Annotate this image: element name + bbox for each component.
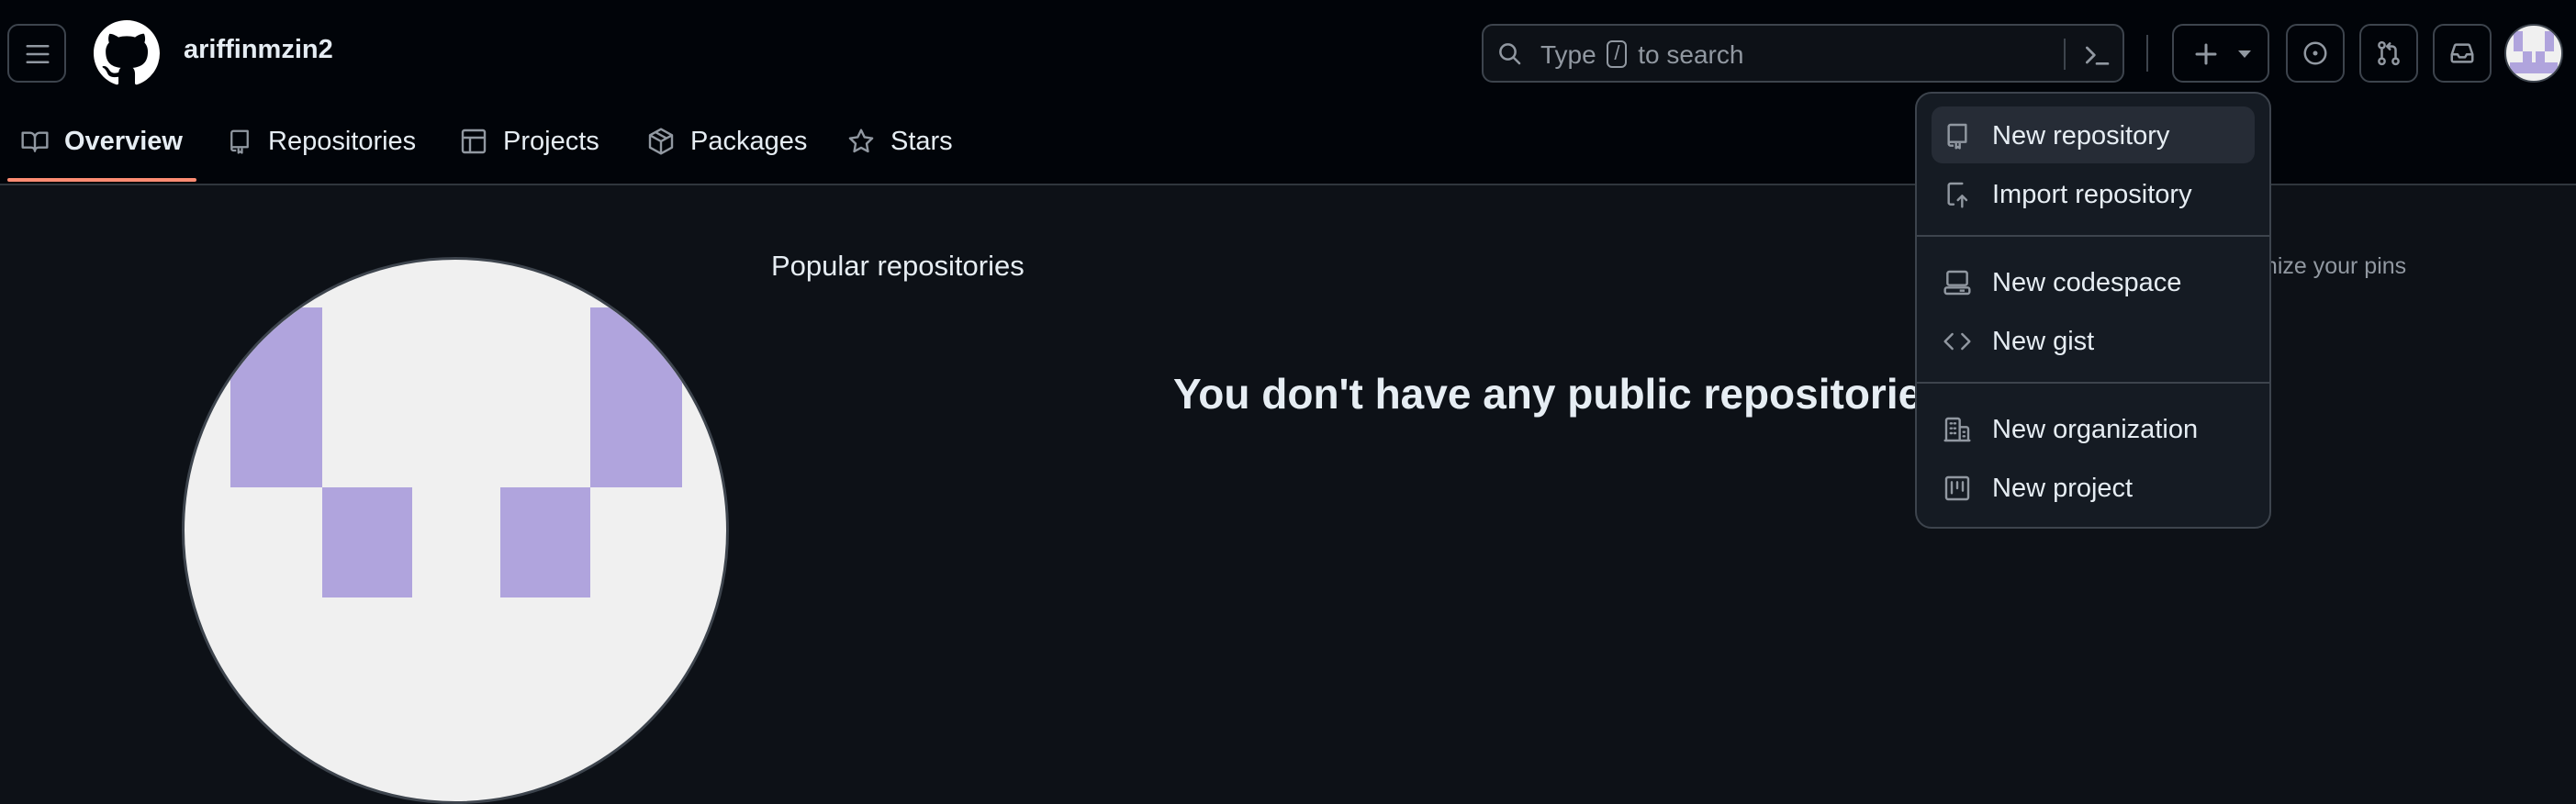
tab-overview[interactable]: Overview: [20, 116, 183, 167]
avatar-pixel: [322, 487, 412, 597]
avatar-pixel: [2536, 51, 2545, 62]
menu-item-label: New repository: [1992, 121, 2170, 151]
menu-item-label: New organization: [1992, 415, 2199, 444]
tab-label: Projects: [503, 126, 599, 156]
tab-label: Repositories: [268, 126, 417, 156]
table-icon: [461, 128, 487, 154]
plus-icon: [2195, 43, 2217, 65]
star-icon: [848, 128, 874, 153]
repo-push-icon: [1947, 182, 1968, 208]
tab-stars[interactable]: Stars: [846, 116, 953, 167]
pull-requests-button[interactable]: [2359, 24, 2418, 83]
code-icon: [1943, 332, 1971, 351]
tab-label: Overview: [64, 126, 183, 156]
repo-icon: [230, 129, 249, 154]
avatar-pixel: [500, 487, 590, 597]
menu-item-label: New codespace: [1992, 268, 2182, 297]
active-tab-indicator: [7, 178, 196, 182]
inbox-icon: [2450, 43, 2474, 63]
github-logo-icon[interactable]: [94, 20, 160, 86]
avatar-pixel: [2545, 31, 2554, 51]
slash-key-hint: /: [1607, 39, 1628, 68]
avatar-pixel: [2514, 31, 2523, 51]
tab-label: Packages: [690, 126, 808, 156]
menu-item-new-organization[interactable]: New organization: [1932, 400, 2255, 457]
command-palette-icon[interactable]: [2082, 40, 2111, 70]
user-avatar[interactable]: [2504, 24, 2563, 83]
empty-repositories-message: You don't have any public repositories: [1173, 370, 1945, 418]
issues-button[interactable]: [2286, 24, 2345, 83]
menu-divider: [1917, 235, 2269, 237]
profile-avatar[interactable]: [182, 257, 729, 804]
header-separator: [2146, 35, 2148, 72]
codespace-icon: [1943, 270, 1971, 296]
avatar-pixel: [590, 307, 682, 487]
create-new-menu: New repository Import repository New cod…: [1915, 92, 2271, 529]
customize-pins-link[interactable]: mize your pins: [2258, 253, 2406, 280]
popular-repositories-heading: Popular repositories: [771, 250, 1025, 282]
menu-item-new-repository[interactable]: New repository: [1932, 106, 2255, 163]
menu-item-label: New project: [1992, 474, 2134, 503]
repo-icon: [1947, 123, 1967, 150]
menu-item-new-project[interactable]: New project: [1932, 459, 2255, 516]
menu-item-import-repository[interactable]: Import repository: [1932, 165, 2255, 222]
tab-repositories[interactable]: Repositories: [226, 116, 416, 167]
project-icon: [1944, 475, 1970, 501]
create-new-button[interactable]: [2172, 24, 2269, 83]
organization-icon: [1943, 417, 1971, 442]
avatar-pixel: [230, 307, 322, 487]
issue-opened-icon: [2303, 41, 2327, 65]
menu-item-new-codespace[interactable]: New codespace: [1932, 253, 2255, 310]
book-icon: [21, 131, 49, 152]
menu-item-new-gist[interactable]: New gist: [1932, 312, 2255, 369]
package-icon: [648, 128, 674, 155]
search-placeholder: Type / to search: [1540, 39, 1744, 69]
git-pull-request-icon: [2378, 40, 2400, 66]
search-divider: [2064, 39, 2066, 70]
avatar-pixel: [2523, 51, 2532, 62]
avatar-pixel: [2510, 62, 2558, 73]
username-label[interactable]: ariffinmzin2: [184, 35, 333, 65]
search-input[interactable]: Type / to search: [1482, 24, 2124, 83]
triangle-down-icon: [2238, 50, 2251, 58]
tab-packages[interactable]: Packages: [646, 116, 807, 167]
menu-item-label: New gist: [1992, 327, 2095, 356]
menu-item-label: Import repository: [1992, 180, 2192, 209]
hamburger-icon: [26, 45, 50, 63]
menu-divider: [1917, 382, 2269, 384]
search-icon: [1499, 43, 1521, 65]
tab-projects[interactable]: Projects: [459, 116, 599, 167]
menu-button[interactable]: [7, 24, 66, 83]
inbox-button[interactable]: [2433, 24, 2492, 83]
tab-label: Stars: [890, 126, 953, 156]
